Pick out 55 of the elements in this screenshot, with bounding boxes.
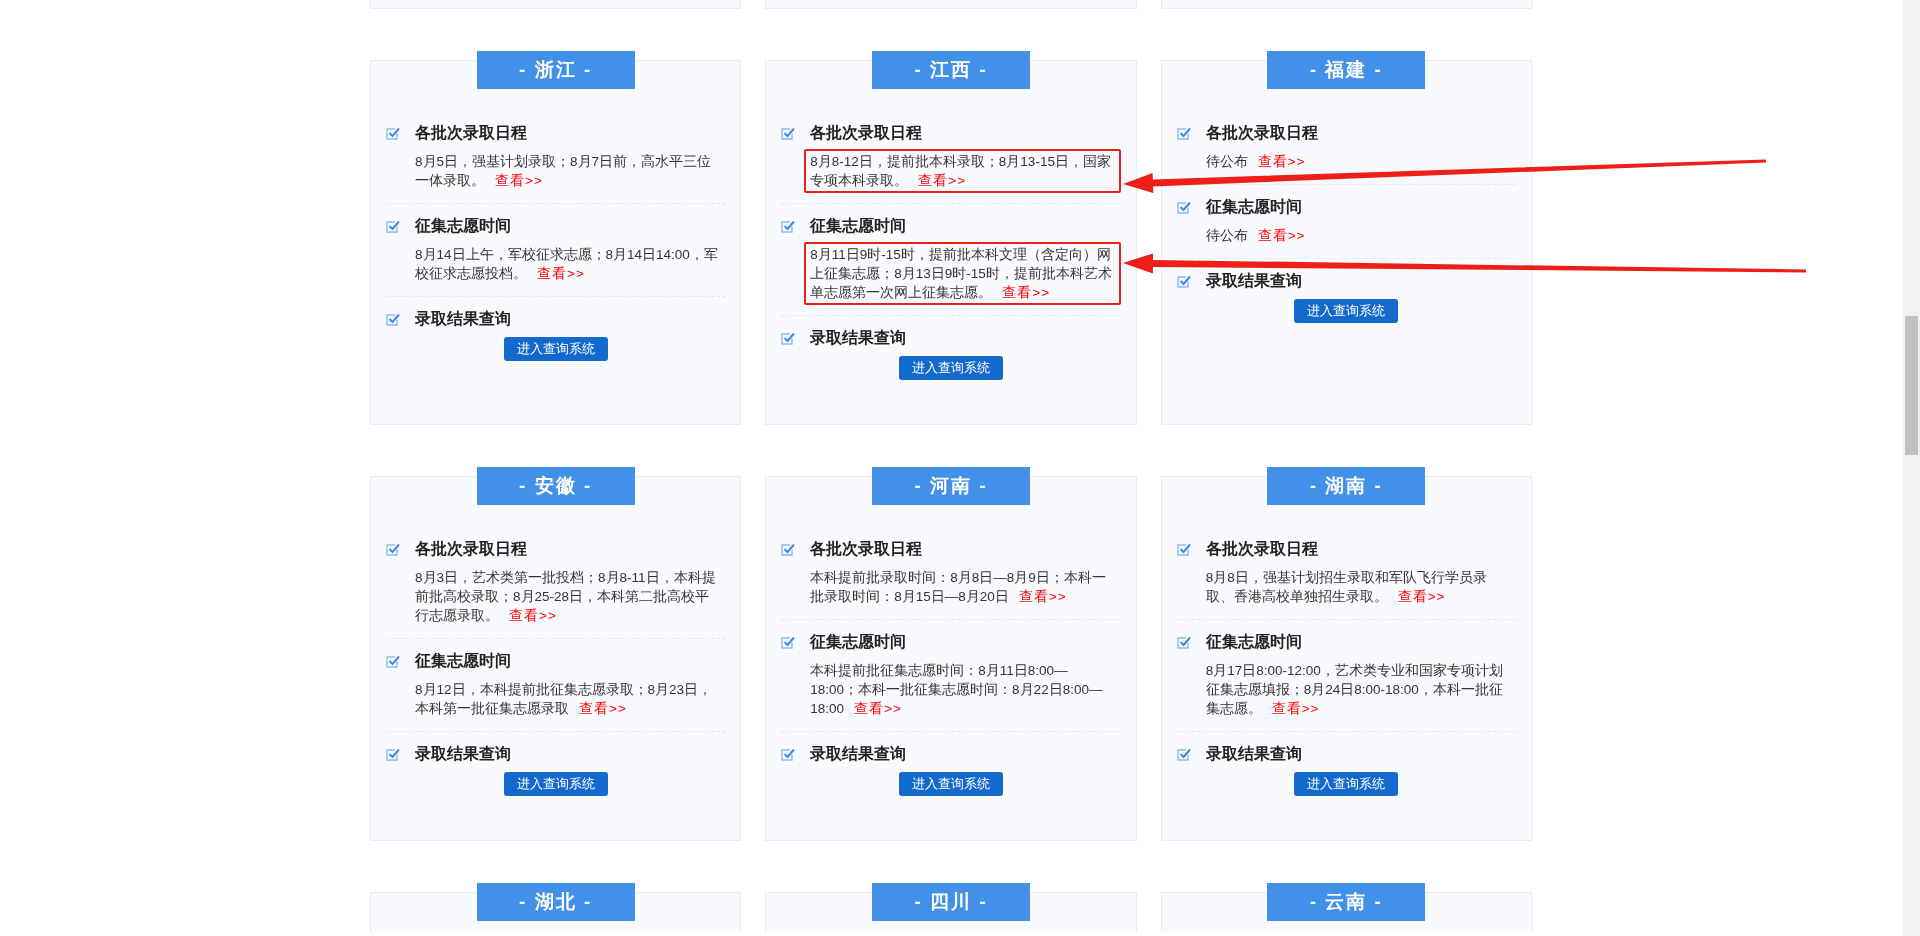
query-system-button[interactable]: 进入查询系统: [503, 337, 608, 361]
schedule-text: 8月5日，强基计划录取；8月7日前，高水平三位一体录取。 查看>>: [414, 153, 713, 190]
schedule-text: 8月3日，艺术类第一批投档；8月8-11日，本科提前批高校录取；8月25-28日，本科第二批高校平行志愿录取。 查看>>: [414, 569, 717, 625]
schedule-text: 本科提前批录取时间：8月8日—8月9日；本科一批录取时间：8月15日—8月20日 查看>>: [809, 569, 1107, 606]
province-title: - 四川 -: [872, 883, 1030, 921]
section-heading: 征集志愿时间: [810, 216, 908, 236]
province-title: - 福建 -: [1267, 51, 1426, 89]
section-heading: 录取结果查询: [1205, 744, 1303, 764]
schedule-text: 待公布 查看>>: [1204, 153, 1307, 171]
section-heading: 录取结果查询: [415, 309, 512, 329]
section-heading: 各批次录取日程: [415, 539, 528, 559]
view-link[interactable]: 查看>>: [1397, 589, 1446, 604]
schedule-text: 待公布 查看>>: [1204, 227, 1307, 245]
query-system-button[interactable]: 进入查询系统: [1294, 299, 1399, 323]
province-title: - 湖南 -: [1267, 467, 1426, 505]
query-system-button[interactable]: 进入查询系统: [1294, 772, 1399, 796]
section-heading: 征集志愿时间: [415, 216, 512, 236]
province-title: - 河南 -: [872, 467, 1030, 505]
view-link[interactable]: 查看>>: [509, 608, 557, 623]
section-heading: 征集志愿时间: [415, 651, 512, 671]
schedule-text: 8月12日，本科提前批征集志愿录取；8月23日，本科第一批征集志愿录取 查看>>: [414, 681, 714, 718]
section-heading: 各批次录取日程: [415, 123, 528, 143]
section-heading: 各批次录取日程: [1205, 539, 1319, 559]
section-heading: 录取结果查询: [415, 744, 512, 764]
section-heading: 各批次录取日程: [810, 123, 924, 143]
section-heading: 征集志愿时间: [810, 632, 908, 652]
view-link[interactable]: 查看>>: [1018, 589, 1067, 604]
province-title: - 浙江 -: [476, 51, 635, 89]
province-title: - 云南 -: [1267, 883, 1426, 921]
view-link[interactable]: 查看>>: [1257, 154, 1306, 169]
view-link[interactable]: 查看>>: [854, 701, 902, 716]
view-link[interactable]: 查看>>: [918, 173, 967, 188]
view-link[interactable]: 查看>>: [495, 173, 543, 188]
view-link[interactable]: 查看>>: [1257, 228, 1306, 243]
province-title: - 湖北 -: [476, 883, 635, 921]
query-system-button[interactable]: 进入查询系统: [503, 772, 608, 796]
schedule-text: 8月17日8:00-12:00，艺术类专业和国家专项计划征集志愿填报；8月24日8:00-18:00，本科一批征集志愿。 查看>>: [1204, 662, 1504, 718]
schedule-text: 8月14日上午，军校征求志愿；8月14日14:00，军校征求志愿投档。 查看>>: [414, 246, 719, 283]
view-link[interactable]: 查看>>: [579, 701, 627, 716]
view-link[interactable]: 查看>>: [1002, 285, 1051, 300]
province-title: - 安徽 -: [476, 467, 635, 505]
section-heading: 录取结果查询: [810, 328, 908, 348]
section-heading: 各批次录取日程: [810, 539, 924, 559]
section-heading: 各批次录取日程: [1205, 123, 1319, 143]
section-heading: 征集志愿时间: [1205, 632, 1303, 652]
view-link[interactable]: 查看>>: [1271, 701, 1320, 716]
schedule-text: 8月8日，强基计划招生录取和军队飞行学员录取、香港高校单独招生录取。 查看>>: [1204, 569, 1488, 606]
section-heading: 录取结果查询: [1205, 271, 1303, 291]
section-heading: 征集志愿时间: [1205, 197, 1303, 217]
schedule-text: 本科提前批征集志愿时间：8月11日8:00—18:00；本科一批征集志愿时间：8月22日8:00—18:00 查看>>: [809, 662, 1104, 718]
query-system-button[interactable]: 进入查询系统: [899, 356, 1003, 380]
query-system-button[interactable]: 进入查询系统: [899, 772, 1003, 796]
view-link[interactable]: 查看>>: [537, 266, 585, 281]
section-heading: 录取结果查询: [810, 744, 908, 764]
province-title: - 江西 -: [872, 51, 1030, 89]
